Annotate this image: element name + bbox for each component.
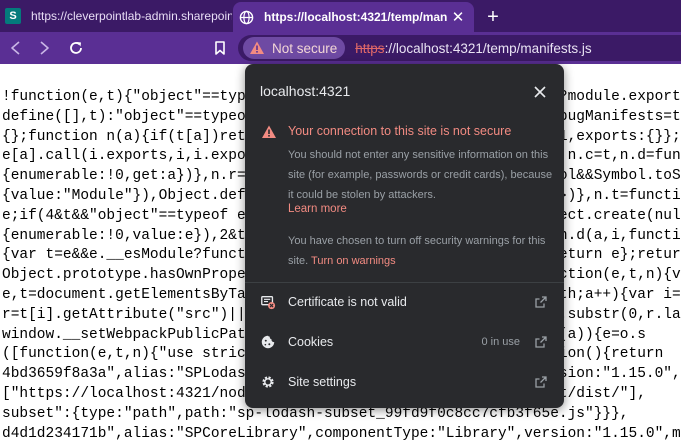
certificate-row[interactable]: Certificate is not valid	[245, 282, 564, 322]
globe-icon	[238, 9, 254, 25]
warning-icon	[262, 125, 276, 138]
tab-title: https://cleverpointlab-admin.sharepoint.…	[31, 9, 232, 23]
certificate-label: Certificate is not valid	[288, 295, 407, 309]
gear-icon	[259, 373, 277, 391]
tab-sharepoint[interactable]: S https://cleverpointlab-admin.sharepoin…	[0, 0, 232, 32]
code-line: d4d1d234171b",alias:"SPCoreLibrary",comp…	[2, 425, 681, 440]
certificate-icon	[259, 293, 277, 311]
external-link-icon	[535, 336, 547, 348]
back-icon[interactable]	[4, 36, 28, 60]
bookmark-icon[interactable]	[208, 36, 232, 60]
toolbar: Not secure https://localhost:4321/temp/m…	[0, 32, 681, 64]
security-chip-label: Not secure	[272, 40, 338, 56]
plus-icon[interactable]: +	[481, 5, 505, 29]
warning-triangle-icon	[250, 41, 264, 54]
address-bar[interactable]: Not secure https://localhost:4321/temp/m…	[238, 35, 681, 61]
site-settings-label: Site settings	[288, 375, 357, 389]
sharepoint-icon: S	[5, 8, 21, 24]
cookie-icon	[259, 333, 277, 351]
close-tab-icon[interactable]: ✕	[448, 7, 468, 27]
warning-body: You should not enter any sensitive infor…	[288, 149, 553, 201]
external-link-icon	[535, 376, 547, 388]
cookies-label: Cookies	[288, 335, 334, 349]
warning-title: Your connection to this site is not secu…	[288, 124, 512, 138]
tab-title: https://localhost:4321/temp/manifests.js	[264, 10, 448, 24]
cookies-row[interactable]: Cookies 0 in use	[245, 322, 564, 362]
not-secure-chip[interactable]: Not secure	[243, 37, 346, 59]
url-scheme: https	[355, 40, 385, 56]
site-info-popup: localhost:4321 Your connection to this s…	[245, 64, 564, 408]
forward-icon[interactable]	[32, 36, 56, 60]
learn-more-link[interactable]: Learn more	[288, 203, 347, 215]
close-icon[interactable]	[531, 83, 549, 101]
turn-on-warnings-link[interactable]: Turn on warnings	[311, 255, 396, 267]
external-link-icon	[535, 296, 547, 308]
url-path: ://localhost:4321/temp/manifests.js	[384, 40, 592, 56]
warnings-off-text: You have chosen to turn off security war…	[288, 231, 554, 271]
tab-localhost-manifests[interactable]: https://localhost:4321/temp/manifests.js…	[233, 2, 474, 32]
site-settings-row[interactable]: Site settings	[245, 362, 564, 402]
url-text[interactable]: https://localhost:4321/temp/manifests.js	[355, 41, 591, 56]
tab-strip: S https://cleverpointlab-admin.sharepoin…	[0, 0, 681, 32]
cookies-count: 0 in use	[481, 336, 520, 348]
popup-host: localhost:4321	[260, 83, 351, 99]
reload-icon[interactable]	[64, 36, 88, 60]
